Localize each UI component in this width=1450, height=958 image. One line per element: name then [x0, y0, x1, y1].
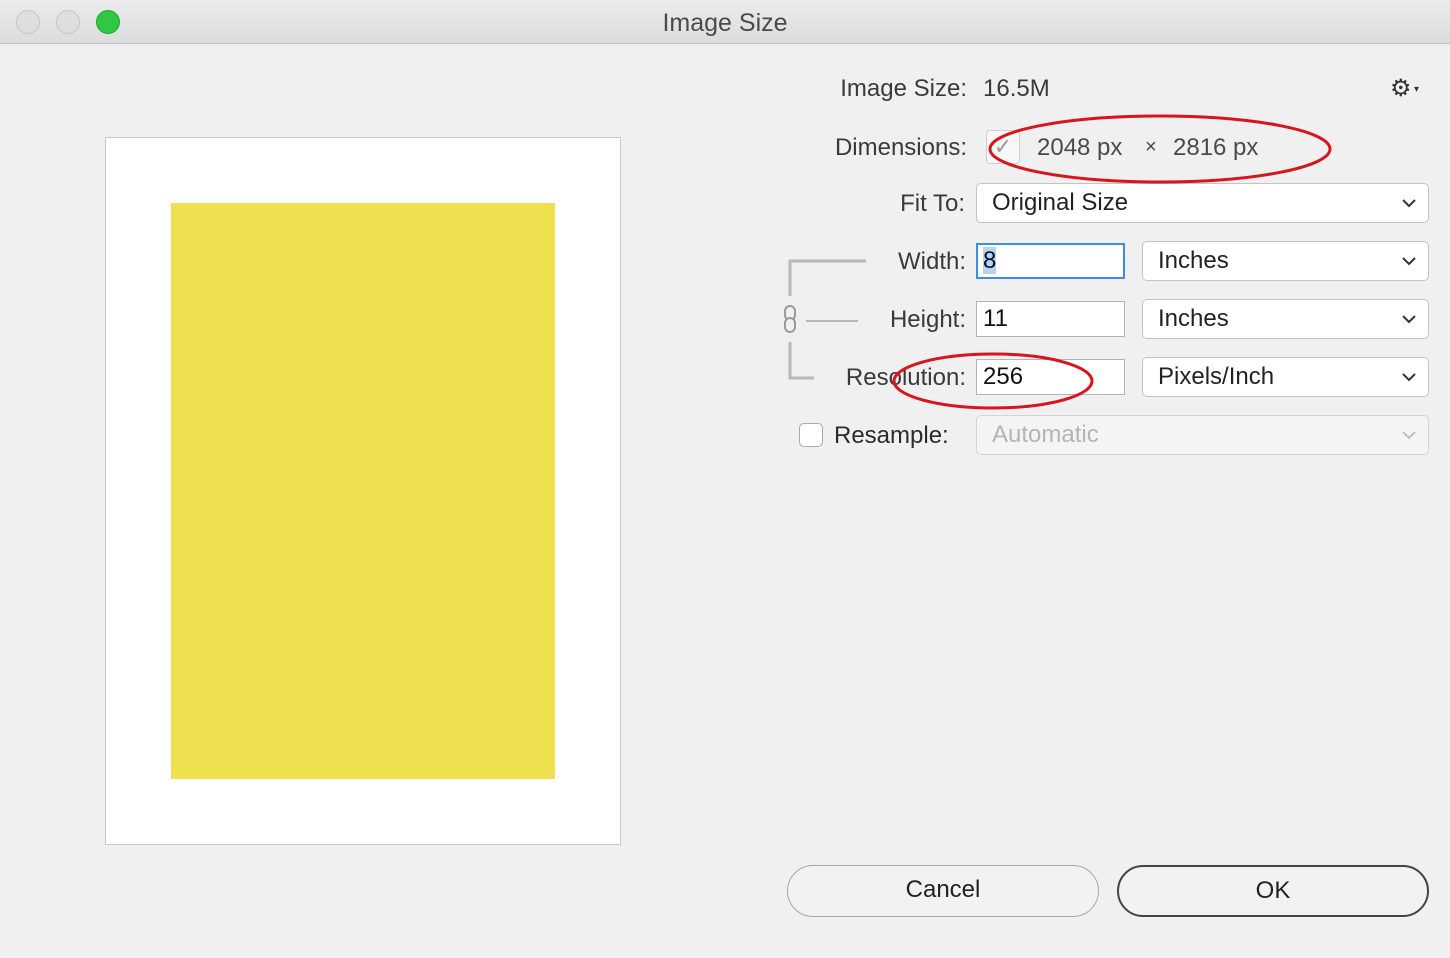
fit-to-select[interactable]: Original Size — [976, 183, 1429, 223]
fit-to-label: Fit To: — [900, 190, 965, 217]
height-label: Height: — [889, 306, 966, 333]
chevron-down-icon — [1402, 315, 1416, 324]
height-input[interactable]: 11 — [976, 301, 1125, 337]
resolution-label: Resolution: — [845, 364, 966, 391]
image-size-label: Image Size: — [840, 75, 967, 102]
chevron-down-icon — [1402, 373, 1416, 382]
width-unit: Inches — [1158, 247, 1229, 274]
dimensions-label: Dimensions: — [834, 134, 967, 161]
width-unit-select[interactable]: Inches — [1142, 241, 1429, 281]
resample-method-select[interactable]: Automatic — [976, 415, 1429, 455]
settings-menu[interactable]: ⚙ ▾ — [1386, 74, 1426, 104]
resample-checkbox[interactable] — [799, 423, 823, 447]
title-bar: Image Size — [0, 0, 1450, 44]
image-preview[interactable] — [105, 137, 621, 845]
resolution-unit: Pixels/Inch — [1158, 363, 1275, 390]
resolution-unit-select[interactable]: Pixels/Inch — [1142, 357, 1429, 397]
height-value: 11 — [983, 305, 1008, 332]
height-unit: Inches — [1158, 305, 1229, 332]
link-icon — [784, 305, 796, 333]
window-title: Image Size — [662, 9, 788, 37]
cancel-button[interactable]: Cancel — [787, 865, 1099, 917]
checkmark-icon: ✓ — [993, 134, 1013, 159]
caret-down-icon: ▾ — [1414, 84, 1420, 95]
ok-button[interactable]: OK — [1117, 865, 1429, 917]
width-input[interactable]: 8 — [976, 243, 1125, 279]
chevron-down-icon — [1402, 257, 1416, 266]
dimensions-separator: × — [1145, 136, 1157, 158]
chevron-down-icon — [1402, 199, 1416, 208]
width-value: 8 — [983, 247, 997, 274]
resolution-value: 256 — [983, 363, 1024, 390]
height-unit-select[interactable]: Inches — [1142, 299, 1429, 339]
resample-label: Resample: — [834, 422, 949, 449]
preview-image — [171, 203, 555, 779]
gear-icon: ⚙ — [1390, 75, 1412, 102]
image-size-value: 16.5M — [983, 75, 1050, 102]
resolution-input[interactable]: 256 — [976, 359, 1125, 395]
image-size-dialog: Image Size Image Size: 16.5M ⚙ ▾ Dimensi… — [0, 0, 1450, 958]
dimensions-height-value: 2816 px — [1173, 134, 1259, 161]
dimensions-width-value: 2048 px — [1037, 134, 1123, 161]
fit-to-selected: Original Size — [992, 189, 1129, 216]
width-label: Width: — [897, 248, 966, 275]
chevron-down-icon — [1402, 431, 1416, 440]
dimensions-checkbox[interactable]: ✓ — [986, 130, 1020, 164]
resample-method: Automatic — [992, 421, 1099, 448]
